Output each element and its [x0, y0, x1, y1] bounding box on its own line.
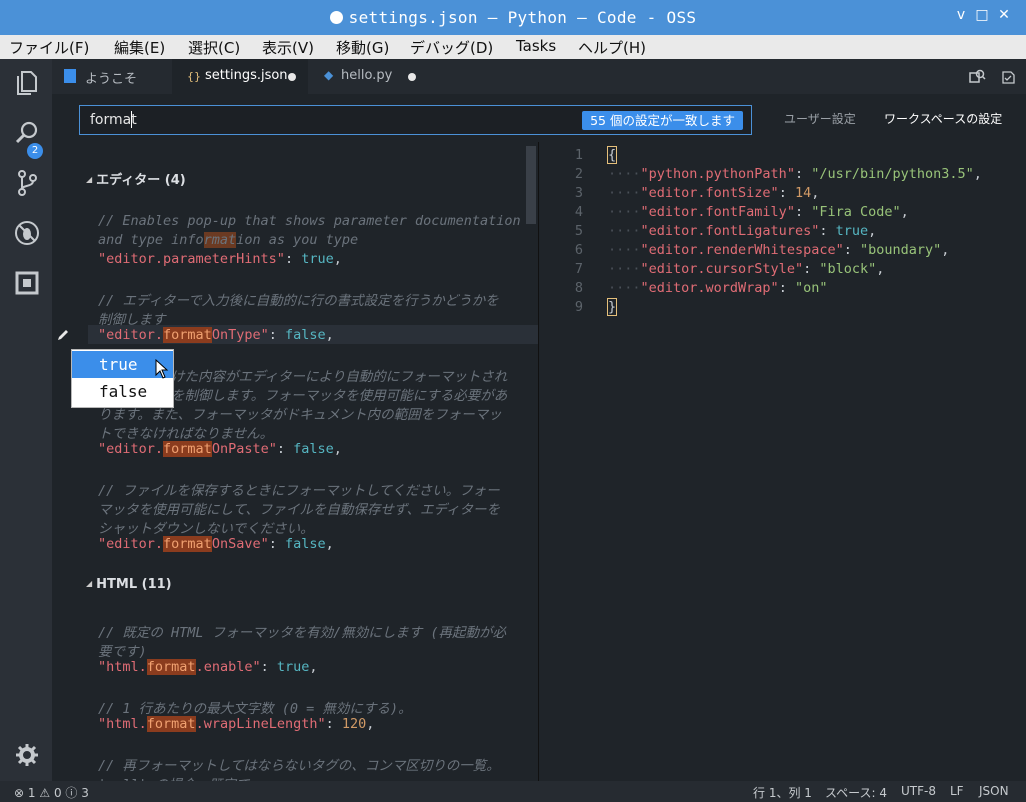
menu-view[interactable]: 表示(V) — [262, 37, 314, 58]
comment-line: けた内容がエディターにより自動的にフォーマットされ — [171, 369, 508, 385]
comment-line: // ファイルを保存するときにフォーマットしてください。フォー — [98, 483, 500, 499]
comment-line: シャットダウンしないでください。 — [98, 521, 314, 537]
welcome-icon — [64, 69, 76, 83]
more-actions-icon[interactable] — [1000, 69, 1016, 85]
json-entry[interactable]: ····"python.pythonPath": "/usr/bin/pytho… — [608, 166, 982, 182]
maximize-button[interactable]: □ — [972, 7, 992, 23]
unsaved-dot-icon[interactable] — [288, 73, 296, 81]
json-entry[interactable]: ····"editor.fontSize": 14, — [608, 185, 819, 201]
text-caret — [131, 111, 132, 128]
comment-line: // 既定の HTML フォーマッタを有効/無効にします (再起動が必 — [98, 625, 507, 641]
comment-line: 要です) — [98, 644, 147, 660]
menu-edit[interactable]: 編集(E) — [114, 37, 165, 58]
group-html[interactable]: ◢ HTML (11) — [86, 577, 172, 592]
tab-user-settings[interactable]: ユーザー設定 — [784, 110, 856, 127]
setting-format-on-save[interactable]: "editor.formatOnSave": false, — [98, 536, 334, 552]
explorer-icon[interactable] — [13, 69, 41, 97]
value-dropdown[interactable]: true false — [71, 349, 174, 408]
status-bar: ⊗ 1 ⚠ 0 ⓘ 3 行 1、列 1 スペース: 4 UTF-8 LF JSO… — [0, 781, 1026, 802]
mouse-cursor-icon — [155, 359, 169, 379]
menu-bar: ファイル(F) 編集(E) 選択(C) 表示(V) 移動(G) デバッグ(D) … — [0, 35, 1026, 59]
encoding[interactable]: UTF-8 — [901, 784, 936, 798]
settings-search-row: format 55 個の設定が一致します ユーザー設定 ワークスペースの設定 — [52, 94, 1026, 142]
menu-selection[interactable]: 選択(C) — [188, 37, 240, 58]
edit-pencil-icon[interactable] — [56, 328, 70, 342]
close-button[interactable]: ✕ — [994, 7, 1014, 23]
workspace-settings-editor[interactable]: 1 2 3 4 5 6 7 8 9 { ····"python.pythonPa… — [538, 142, 1026, 781]
collapse-triangle-icon: ◢ — [86, 579, 93, 588]
cursor-position[interactable]: 行 1、列 1 — [753, 784, 812, 801]
menu-file[interactable]: ファイル(F) — [9, 37, 89, 58]
comment-line: // 再フォーマットしてはならないタグの、コンマ区切りの一覧。 — [98, 758, 500, 774]
comment-line: // エディターで入力後に自動的に行の書式設定を行うかどうかを — [98, 293, 499, 309]
unsaved-dot-icon[interactable] — [408, 73, 416, 81]
json-entry[interactable]: ····"editor.renderWhitespace": "boundary… — [608, 242, 949, 258]
menu-go[interactable]: 移動(G) — [336, 37, 389, 58]
python-icon: ◆ — [324, 68, 334, 82]
indentation[interactable]: スペース: 4 — [825, 784, 887, 801]
json-entry[interactable]: ····"editor.cursorStyle": "block", — [608, 261, 884, 277]
group-editor[interactable]: ◢ エディター (4) — [86, 169, 186, 188]
explorer-badge: 2 — [27, 143, 43, 159]
json-entry[interactable]: ····"editor.wordWrap": "on" — [608, 280, 827, 296]
comment-line: // 1 行あたりの最大文字数 (0 = 無効にする)。 — [98, 701, 412, 717]
settings-gear-icon[interactable] — [13, 741, 41, 769]
tab-hello-py[interactable]: ◆ hello.py — [308, 59, 428, 94]
scrollbar[interactable] — [526, 146, 536, 224]
comment-line: 'null' の場合、既定で — [98, 773, 249, 781]
minimize-button[interactable]: v — [951, 7, 971, 23]
comment-line: マッタを使用可能にして、ファイルを自動保存せず、エディターを — [98, 502, 501, 518]
collapse-triangle-icon: ◢ — [86, 175, 93, 184]
unsaved-dot-icon — [329, 11, 343, 24]
window-title: settings.json — Python — Code - OSS — [0, 8, 1026, 27]
comment-line: // Enables pop-up that shows parameter d… — [98, 213, 521, 229]
menu-help[interactable]: ヘルプ(H) — [578, 37, 646, 58]
json-entry[interactable]: ····"editor.fontFamily": "Fira Code", — [608, 204, 909, 220]
match-count-badge: 55 個の設定が一致します — [582, 111, 743, 130]
editor-tabs: ようこそ {} settings.json ◆ hello.py — [52, 59, 1026, 94]
activity-bar: 2 — [0, 59, 52, 781]
setting-format-on-type[interactable]: "editor.formatOnType": false, — [98, 327, 334, 343]
settings-search-input[interactable]: format 55 個の設定が一致します — [79, 105, 752, 135]
info-icon: ⓘ — [65, 786, 78, 800]
open-settings-json-icon[interactable] — [968, 68, 986, 86]
tab-workspace-settings[interactable]: ワークスペースの設定 — [884, 110, 1002, 127]
extensions-icon[interactable] — [13, 269, 41, 297]
problems-indicator[interactable]: ⊗ 1 ⚠ 0 ⓘ 3 — [14, 784, 89, 801]
setting-format-on-paste[interactable]: "editor.formatOnPaste": false, — [98, 441, 342, 457]
comment-line: トできなければなりません。 — [98, 426, 274, 442]
close-brace: } — [606, 298, 618, 316]
open-brace: { — [606, 146, 618, 164]
warning-icon: ⚠ — [39, 786, 51, 800]
default-settings-pane[interactable]: ◢ エディター (4) // Enables pop-up that shows … — [52, 142, 538, 781]
dropdown-option-false[interactable]: false — [72, 378, 173, 405]
debug-icon[interactable] — [13, 219, 41, 247]
comment-line: を制御します。フォーマッタを使用可能にする必要があ — [171, 388, 508, 404]
menu-tasks[interactable]: Tasks — [516, 37, 556, 55]
end-of-line[interactable]: LF — [950, 784, 964, 798]
tab-welcome[interactable]: ようこそ — [52, 59, 172, 94]
json-entry[interactable]: ····"editor.fontLigatures": true, — [608, 223, 876, 239]
setting-html-format-enable[interactable]: "html.format.enable": true, — [98, 659, 318, 675]
setting-html-wrap-line-length[interactable]: "html.format.wrapLineLength": 120, — [98, 716, 374, 732]
comment-line: and type information as you type — [98, 232, 359, 248]
tab-settings-json[interactable]: {} settings.json — [172, 59, 308, 94]
source-control-icon[interactable] — [13, 169, 41, 197]
comment-line: 制御します — [98, 312, 166, 328]
language-mode[interactable]: JSON — [979, 784, 1009, 798]
error-icon: ⊗ — [14, 786, 25, 800]
setting-parameter-hints[interactable]: "editor.parameterHints": true, — [98, 251, 342, 267]
title-bar: settings.json — Python — Code - OSS v □ … — [0, 0, 1026, 35]
json-braces-icon: {} — [187, 70, 201, 83]
menu-debug[interactable]: デバッグ(D) — [410, 37, 493, 58]
